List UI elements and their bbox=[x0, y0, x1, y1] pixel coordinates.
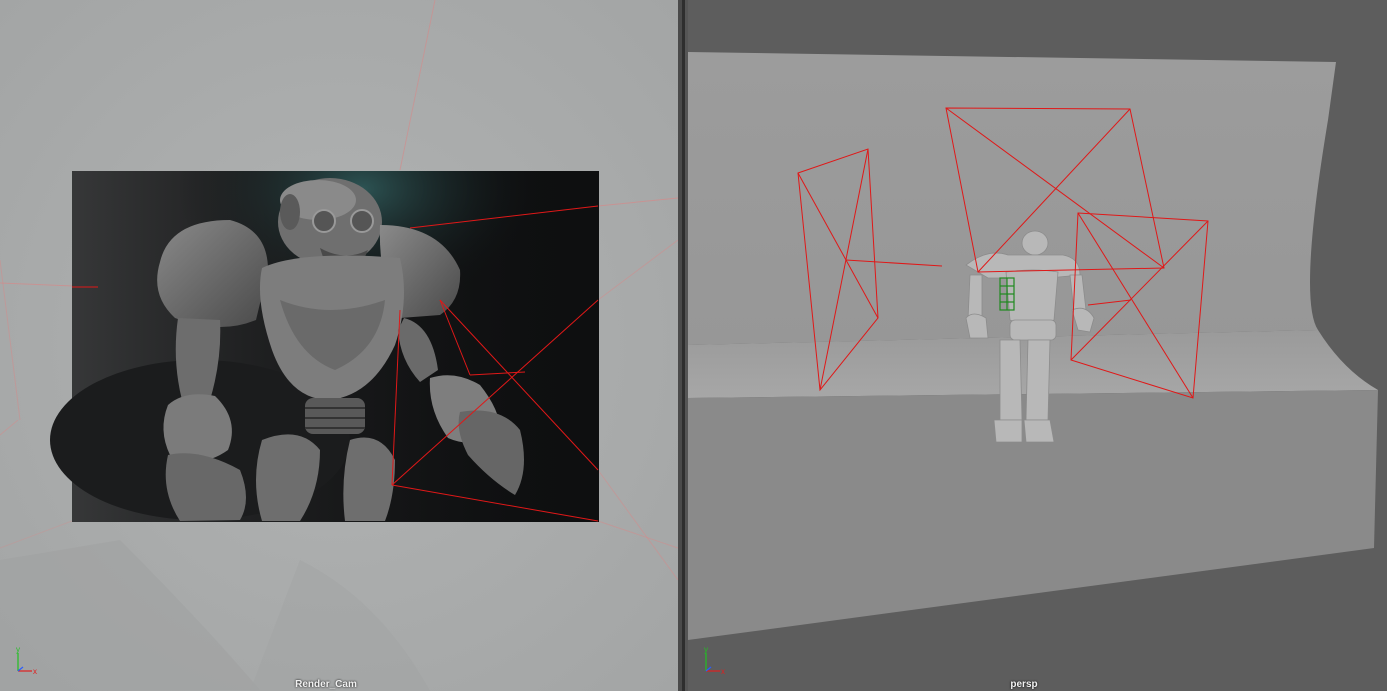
camera-name-label: Render_Cam bbox=[295, 679, 357, 690]
camera-name-label: persp bbox=[1010, 679, 1038, 690]
axis-gizmo-icon: y x bbox=[704, 647, 725, 676]
render-frame bbox=[50, 171, 599, 522]
axis-gizmo-icon: y x bbox=[16, 647, 37, 676]
viewport-render-cam[interactable]: y x Render_Cam bbox=[0, 0, 678, 691]
axis-y-label: y bbox=[704, 647, 708, 654]
viewport-persp[interactable]: y x persp bbox=[688, 0, 1387, 691]
axis-x-label: x bbox=[33, 667, 37, 676]
axis-x-label: x bbox=[721, 667, 725, 676]
axis-y-label: y bbox=[16, 647, 20, 654]
render-cam-scene bbox=[0, 0, 678, 691]
persp-scene bbox=[688, 0, 1387, 691]
